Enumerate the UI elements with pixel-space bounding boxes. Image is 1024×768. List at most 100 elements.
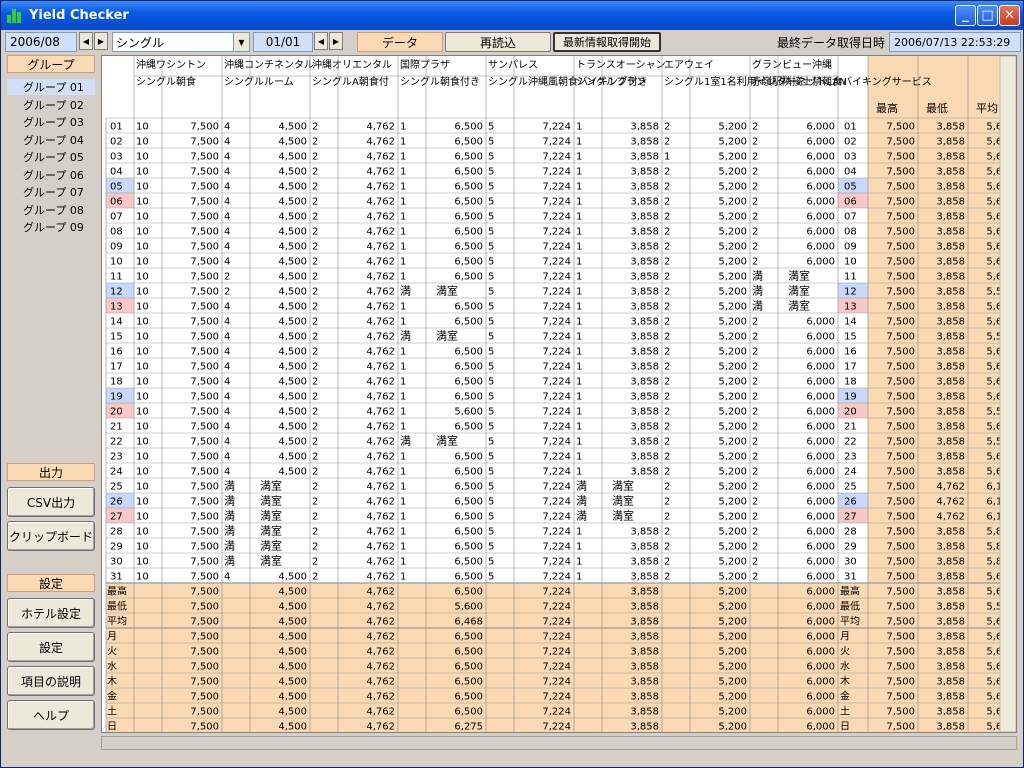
month-prev-button[interactable]: ◀ xyxy=(79,32,93,50)
rate-value: 6,500 xyxy=(454,182,483,193)
day-label: 18 xyxy=(110,377,123,388)
day-prev-button[interactable]: ◀ xyxy=(314,32,328,50)
full-status: 満室 xyxy=(436,329,458,343)
rooms-left: 2 xyxy=(664,407,670,418)
chevron-down-icon[interactable]: ▼ xyxy=(233,33,249,51)
stat-summary-value: 7,500 xyxy=(886,617,915,628)
rooms-left: 2 xyxy=(752,422,758,433)
rate-value: 4,500 xyxy=(278,212,307,223)
stat-value: 7,500 xyxy=(190,587,219,598)
day-label: 09 xyxy=(110,242,123,253)
hotel-name: 国際プラザ xyxy=(400,59,450,71)
hotel-name: トランスオーシャン xyxy=(576,59,666,71)
csv-output-button[interactable]: CSV出力 xyxy=(7,487,95,517)
rooms-left: 4 xyxy=(224,422,230,433)
day-label: 23 xyxy=(110,452,123,463)
rate-value: 7,224 xyxy=(542,137,571,148)
group-item[interactable]: グループ 07 xyxy=(7,184,95,200)
rate-value: 7,224 xyxy=(542,167,571,178)
rate-value: 4,762 xyxy=(366,407,395,418)
start-fetch-button[interactable]: 最新情報取得開始 xyxy=(553,32,661,52)
stat-label-right: 月 xyxy=(840,631,850,643)
settings-button[interactable]: 設定 xyxy=(7,632,95,662)
stat-value: 7,500 xyxy=(190,602,219,613)
month-next-button[interactable]: ▶ xyxy=(94,32,108,50)
rooms-left: 10 xyxy=(136,227,149,238)
rate-value: 5,200 xyxy=(718,137,747,148)
help-button[interactable]: ヘルプ xyxy=(7,700,95,730)
rooms-left: 1 xyxy=(400,377,406,388)
rate-value: 5,200 xyxy=(718,242,747,253)
rooms-left: 2 xyxy=(752,227,758,238)
summary-value: 3,858 xyxy=(936,137,965,148)
rate-value: 4,762 xyxy=(366,137,395,148)
day-label-right: 29 xyxy=(844,542,857,553)
hotel-settings-button[interactable]: ホテル設定 xyxy=(7,598,95,628)
rooms-left: 10 xyxy=(136,287,149,298)
stat-value: 7,500 xyxy=(190,632,219,643)
stat-value: 3,858 xyxy=(630,632,659,643)
rooms-left: 1 xyxy=(576,527,582,538)
item-help-button[interactable]: 項目の説明 xyxy=(7,666,95,696)
data-section-label: データ xyxy=(357,32,443,52)
group-item[interactable]: グループ 06 xyxy=(7,167,95,183)
stat-summary-value: 7,500 xyxy=(886,602,915,613)
group-item[interactable]: グループ 02 xyxy=(7,97,95,113)
rooms-left: 1 xyxy=(400,527,406,538)
day-label: 27 xyxy=(110,512,123,523)
rooms-left: 2 xyxy=(752,212,758,223)
reload-button[interactable]: 再読込 xyxy=(445,32,551,52)
room-type-select[interactable]: シングル ▼ xyxy=(112,32,250,52)
rate-value: 4,500 xyxy=(278,122,307,133)
group-item[interactable]: グループ 04 xyxy=(7,132,95,148)
summary-value: 7,500 xyxy=(886,152,915,163)
rooms-left: 1 xyxy=(400,272,406,283)
rate-value: 6,500 xyxy=(454,242,483,253)
group-item[interactable]: グループ 08 xyxy=(7,202,95,218)
rate-value: 4,762 xyxy=(366,527,395,538)
group-item[interactable]: グループ 01 xyxy=(7,79,95,95)
stat-summary-value: 3,858 xyxy=(936,677,965,688)
rate-value: 4,500 xyxy=(278,467,307,478)
rooms-left: 1 xyxy=(576,137,582,148)
rate-value: 3,858 xyxy=(630,437,659,448)
clipboard-button[interactable]: クリップボード xyxy=(7,521,95,551)
month-field[interactable]: 2006/08 xyxy=(5,32,77,52)
full-marker: 満 xyxy=(752,285,763,298)
day-label-right: 24 xyxy=(844,467,857,478)
day-label: 21 xyxy=(110,422,123,433)
close-button[interactable]: ✕ xyxy=(999,5,1020,26)
day-field[interactable]: 01/01 xyxy=(253,32,313,52)
rate-value: 7,500 xyxy=(190,332,219,343)
rooms-left: 2 xyxy=(312,242,318,253)
stat-value: 7,224 xyxy=(542,617,571,628)
summary-value: 3,858 xyxy=(936,197,965,208)
stat-value: 5,200 xyxy=(718,617,747,628)
rooms-left: 1 xyxy=(400,452,406,463)
title-bar[interactable]: Yield Checker _ □ ✕ xyxy=(1,1,1023,30)
stat-label-right: 木 xyxy=(840,676,850,688)
vertical-scrollbar[interactable] xyxy=(999,56,1016,732)
group-item[interactable]: グループ 09 xyxy=(7,219,95,235)
stat-value: 4,762 xyxy=(366,587,395,598)
group-item[interactable]: グループ 05 xyxy=(7,149,95,165)
day-next-button[interactable]: ▶ xyxy=(329,32,343,50)
minimize-button[interactable]: _ xyxy=(955,5,976,26)
rooms-left: 1 xyxy=(664,152,670,163)
day-label-right: 10 xyxy=(844,257,857,268)
rate-grid[interactable]: 沖縄ワシントン シングル朝食 沖縄コンチネンタル シングルルーム 沖縄オリエンタル シング… xyxy=(101,55,1017,733)
stat-value: 5,200 xyxy=(718,662,747,673)
rate-value: 7,500 xyxy=(190,497,219,508)
rooms-left: 1 xyxy=(576,197,582,208)
rate-value: 7,500 xyxy=(190,182,219,193)
rate-value: 6,000 xyxy=(806,167,835,178)
group-item[interactable]: グループ 03 xyxy=(7,114,95,130)
rooms-left: 4 xyxy=(224,377,230,388)
rooms-left: 1 xyxy=(576,392,582,403)
rate-value: 6,000 xyxy=(806,257,835,268)
stat-label: 土 xyxy=(107,705,117,718)
stat-value: 7,224 xyxy=(542,677,571,688)
rooms-left: 10 xyxy=(136,197,149,208)
maximize-button[interactable]: □ xyxy=(977,5,998,26)
stat-value: 4,762 xyxy=(366,632,395,643)
